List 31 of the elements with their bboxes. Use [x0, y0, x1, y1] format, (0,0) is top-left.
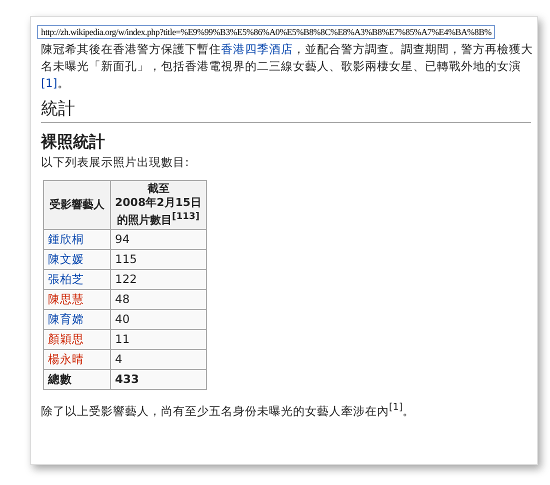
table-cell: 40 — [110, 309, 206, 330]
table-cell: 總數 — [44, 369, 110, 390]
table-cell: 48 — [110, 289, 206, 310]
section-heading: 統計 — [41, 98, 531, 123]
table-cell[interactable]: 陳育嫦 — [44, 309, 110, 330]
table-cell: 94 — [110, 229, 206, 250]
table-cell[interactable]: 陳思慧 — [44, 289, 110, 310]
column-header: 截至 — [147, 182, 170, 196]
table-cell[interactable]: 陳文媛 — [44, 249, 110, 270]
paragraph-text: 除了以上受影響藝人，尚有至少五名身份未曝光的女藝人牽涉在內$^{[1]}$。 — [41, 402, 416, 418]
text-link[interactable]: [1] — [41, 76, 58, 90]
table-cell[interactable]: 楊永晴 — [44, 349, 110, 370]
table-cell[interactable]: 張柏芝 — [44, 269, 110, 290]
text-link[interactable]: 香港四季酒店 — [221, 42, 293, 56]
paragraph-text: 名未曝光「新面孔」，包括香港電視界的二三線女藝人、歌影兩棲女星、已轉戰外地的女演 — [41, 59, 521, 73]
table-cell: 122 — [110, 269, 206, 290]
table-cell: 4 — [110, 349, 206, 370]
table-cell[interactable]: 鍾欣桐 — [44, 229, 110, 250]
table-cell: 433 — [110, 369, 206, 390]
paragraph-text: 陳冠希其後在香港警方保護下暫住 — [41, 42, 221, 56]
table-cell: 11 — [110, 329, 206, 350]
table-cell[interactable]: 顏穎思 — [44, 329, 110, 350]
column-header: 受影響藝人 — [50, 198, 104, 212]
table-cell: 115 — [110, 249, 206, 270]
paragraph-text: ，並配合警方調查。調查期間，警方再檢獲大 — [293, 42, 533, 56]
column-header: 的照片數目$^{[113]}$ — [117, 210, 200, 228]
column-header: 2008年2月15日 — [115, 196, 202, 210]
table-caption: 以下列表展示照片出現數目: — [41, 155, 190, 170]
subsection-heading: 裸照統計 — [41, 131, 106, 153]
paragraph-text: 。 — [57, 76, 70, 90]
address-bar[interactable]: http://zh.wikipedia.org/w/index.php?title=%E9%99%B3%E5%86%A0%E5%B8%8C%E8%A3%B8%E7%85%A7%E4%BA%8B% — [37, 25, 496, 39]
